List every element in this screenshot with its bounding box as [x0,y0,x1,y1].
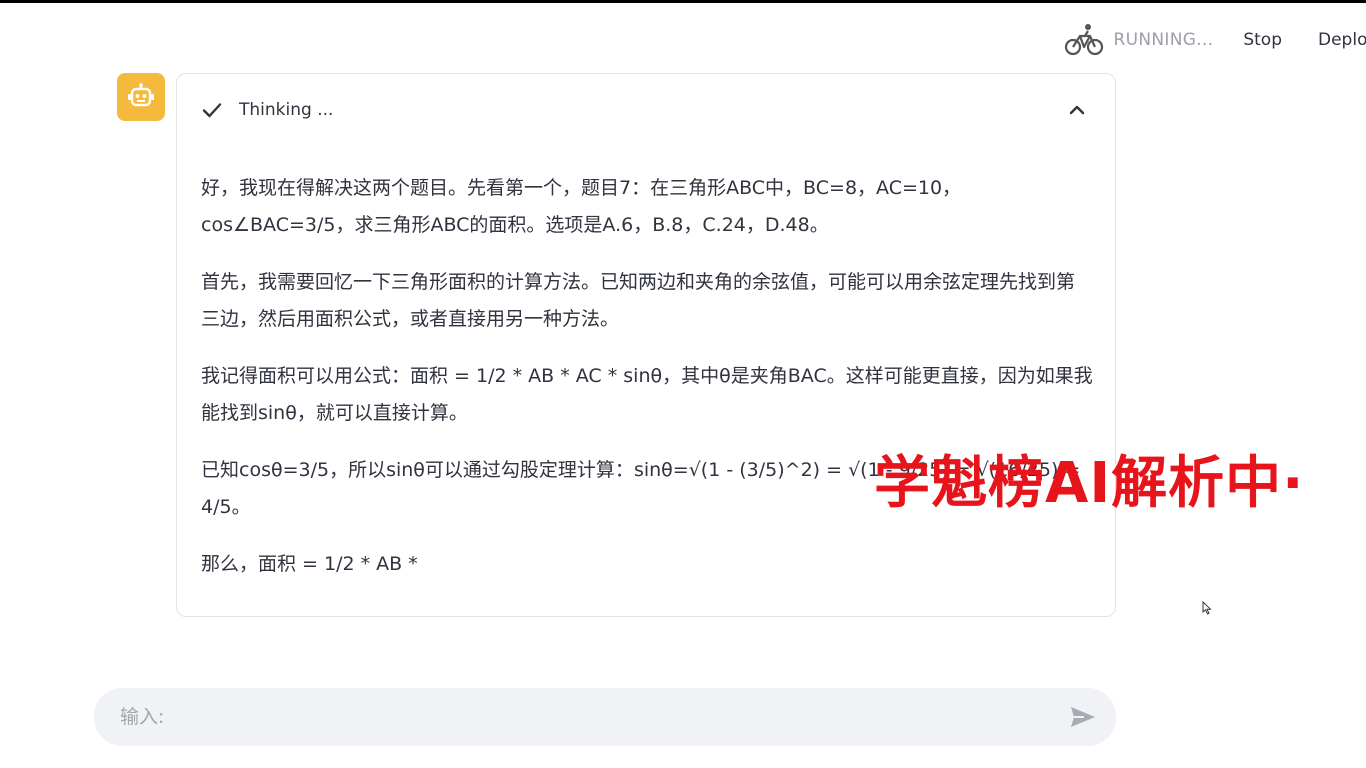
watermark-overlay: 学魁榜AI解析中· [874,451,1305,516]
chat-input-bar [94,688,1116,746]
thinking-paragraph: 首先，我需要回忆一下三角形面积的计算方法。已知两边和夹角的余弦值，可能可以用余弦… [201,271,1076,330]
thinking-paragraph: 我记得面积可以用公式：面积 = 1/2 * AB * AC * sinθ，其中θ… [201,365,1093,424]
mouse-cursor-icon [1202,601,1212,615]
running-status: RUNNING... [1064,22,1214,58]
app-header: RUNNING... Stop Deploy [1064,20,1366,60]
deploy-button[interactable]: Deploy [1318,30,1366,50]
thinking-paragraph: 好，我现在得解决这两个题目。先看第一个，题目7：在三角形ABC中，BC=8，AC… [201,177,962,236]
bicycle-icon [1064,24,1103,56]
top-edge [0,0,1366,3]
send-icon[interactable] [1068,702,1098,732]
expander-label: Thinking ... [239,100,334,120]
assistant-avatar [117,73,165,121]
robot-icon [128,83,154,107]
thinking-expander: Thinking ... 好，我现在得解决这两个题目。先看第一个，题目7：在三角… [176,73,1116,617]
chevron-up-icon[interactable] [1067,100,1087,120]
check-icon [202,103,222,118]
thinking-paragraph: 那么，面积 = 1/2 * AB * [201,553,418,575]
thinking-content: 好，我现在得解决这两个题目。先看第一个，题目7：在三角形ABC中，BC=8，AC… [201,170,1093,603]
chat-input[interactable] [118,705,1068,729]
running-text: RUNNING... [1113,30,1214,50]
expander-header[interactable]: Thinking ... [201,96,1091,124]
stop-button[interactable]: Stop [1243,30,1282,50]
